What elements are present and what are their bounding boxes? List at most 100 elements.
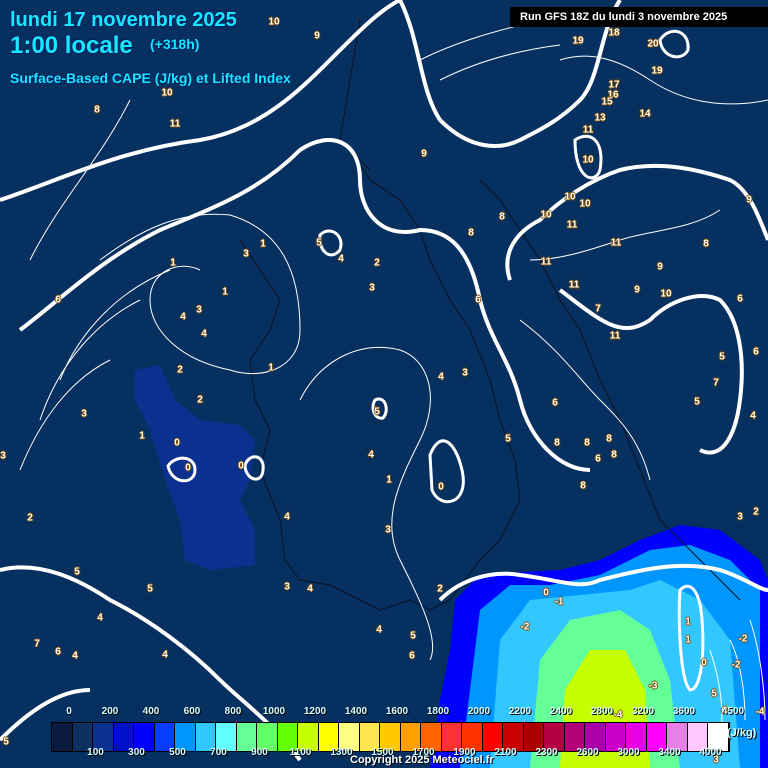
contour-label: 3 bbox=[284, 581, 290, 593]
contour-label: 6 bbox=[475, 294, 481, 306]
scale-tick-top: 0 bbox=[66, 706, 72, 717]
contour-label: 4 bbox=[162, 649, 168, 661]
contour-label: 5 bbox=[3, 736, 9, 748]
contour-label: 1 bbox=[386, 474, 392, 486]
contour-label: 8 bbox=[606, 433, 612, 445]
scale-tick-bottom: 2100 bbox=[494, 747, 517, 758]
scale-tick-top: 1800 bbox=[426, 706, 450, 717]
scale-tick-bottom: 3400 bbox=[658, 747, 681, 758]
contour-label: 6 bbox=[55, 646, 61, 658]
scale-tick-top: 4500 bbox=[721, 706, 745, 717]
contour-label: 4 bbox=[97, 612, 103, 624]
contour-label: 0 bbox=[185, 462, 191, 474]
scale-tick-top: 400 bbox=[142, 706, 160, 717]
scale-tick-bottom: 700 bbox=[210, 747, 227, 758]
contour-label: 1 bbox=[260, 238, 266, 250]
scale-tick-top: 200 bbox=[101, 706, 119, 717]
contour-label: 2 bbox=[374, 257, 380, 269]
forecast-lead-time: (+318h) bbox=[150, 36, 200, 52]
contour-label: 1 bbox=[685, 616, 691, 628]
contour-label: 18 bbox=[608, 27, 620, 39]
contour-label: 5 bbox=[316, 237, 322, 249]
contour-label: 6 bbox=[595, 453, 601, 465]
scale-tick-top: 1200 bbox=[303, 706, 327, 717]
contour-label: -1 bbox=[554, 596, 564, 608]
coastlines bbox=[239, 19, 741, 611]
contour-label: 2 bbox=[177, 364, 183, 376]
contour-label: 6 bbox=[737, 293, 743, 305]
cape-map-canvas bbox=[0, 0, 768, 768]
contour-label: 3 bbox=[462, 367, 468, 379]
model-run-label: Run GFS 18Z du lundi 3 novembre 2025 bbox=[510, 7, 768, 27]
contour-label: -4 bbox=[613, 709, 623, 721]
contour-label: 3 bbox=[196, 304, 202, 316]
contour-label: 4 bbox=[338, 253, 344, 265]
contour-label: 1 bbox=[268, 362, 274, 374]
contour-label: 2 bbox=[27, 512, 33, 524]
contour-label: 3 bbox=[81, 408, 87, 420]
scale-tick-top: 1600 bbox=[385, 706, 409, 717]
contour-label: 6 bbox=[55, 294, 61, 306]
contour-label: 5 bbox=[694, 396, 700, 408]
scale-tick-bottom: 500 bbox=[169, 747, 186, 758]
contour-label: 15 bbox=[601, 96, 613, 108]
contour-label: 9 bbox=[314, 30, 320, 42]
contour-label: 5 bbox=[74, 566, 80, 578]
contour-label: 7 bbox=[713, 377, 719, 389]
parameter-title: Surface-Based CAPE (J/kg) et Lifted Inde… bbox=[10, 70, 291, 86]
contour-label: 4 bbox=[368, 449, 374, 461]
contour-label: 14 bbox=[639, 108, 651, 120]
contour-label: 1 bbox=[222, 286, 228, 298]
contour-label: 3 bbox=[0, 450, 6, 462]
contour-label: 9 bbox=[746, 194, 752, 206]
contour-label: 11 bbox=[566, 219, 578, 231]
scale-tick-top: 2400 bbox=[549, 706, 573, 717]
contour-label: 8 bbox=[499, 211, 505, 223]
contour-label: 8 bbox=[94, 104, 100, 116]
contour-label: 11 bbox=[169, 118, 181, 130]
scale-tick-top: 3200 bbox=[631, 706, 655, 717]
contour-label: 10 bbox=[268, 16, 280, 28]
contour-label: 19 bbox=[651, 65, 663, 77]
contour-label: 1 bbox=[685, 634, 691, 646]
forecast-time: 1:00 locale bbox=[10, 32, 133, 59]
contour-label: 5 bbox=[410, 630, 416, 642]
contour-label: 3 bbox=[369, 282, 375, 294]
contour-label: 2 bbox=[753, 506, 759, 518]
scale-tick-bottom: 1100 bbox=[289, 747, 312, 758]
forecast-date: lundi 17 novembre 2025 bbox=[10, 9, 237, 31]
contour-label: 4 bbox=[201, 328, 207, 340]
contour-label: 4 bbox=[376, 624, 382, 636]
contour-label: 0 bbox=[174, 437, 180, 449]
contour-label: 11 bbox=[540, 256, 552, 268]
contour-label: 13 bbox=[594, 112, 606, 124]
contour-label: 5 bbox=[374, 406, 380, 418]
contour-label: 0 bbox=[701, 657, 707, 669]
scale-tick-bottom: 100 bbox=[87, 747, 104, 758]
scale-tick-top: 1000 bbox=[262, 706, 286, 717]
contour-label: 3 bbox=[385, 524, 391, 536]
contour-label: 9 bbox=[421, 148, 427, 160]
contour-label: 11 bbox=[609, 330, 621, 342]
contour-label: 11 bbox=[582, 124, 594, 136]
contour-label: 7 bbox=[595, 303, 601, 315]
contour-label: 19 bbox=[572, 35, 584, 47]
contour-label: 5 bbox=[711, 688, 717, 700]
contour-label: 2 bbox=[437, 583, 443, 595]
scale-tick-top: 1400 bbox=[344, 706, 368, 717]
copyright: Copyright 2025 Meteociel.fr bbox=[350, 754, 494, 766]
contour-label: 4 bbox=[180, 311, 186, 323]
color-swatch bbox=[52, 723, 73, 751]
contour-label: 20 bbox=[647, 38, 659, 50]
contour-label: -2 bbox=[520, 621, 530, 633]
contour-label: 10 bbox=[161, 87, 173, 99]
weather-map: 10 9 10 8 11 9 8 10 10 10 11 8 1 3 5 4 2 1 1 3 6 6 4 3 4 1 2 4 3 2 5 3 1… bbox=[0, 0, 768, 768]
contour-label: 10 bbox=[660, 288, 672, 300]
contour-label: 8 bbox=[468, 227, 474, 239]
contour-label: -3 bbox=[648, 680, 658, 692]
contour-label: 8 bbox=[703, 238, 709, 250]
contour-label: 0 bbox=[543, 587, 549, 599]
contour-label: -4 bbox=[755, 706, 765, 718]
scale-tick-top: 2000 bbox=[467, 706, 491, 717]
scale-tick-bottom: 2300 bbox=[535, 747, 558, 758]
